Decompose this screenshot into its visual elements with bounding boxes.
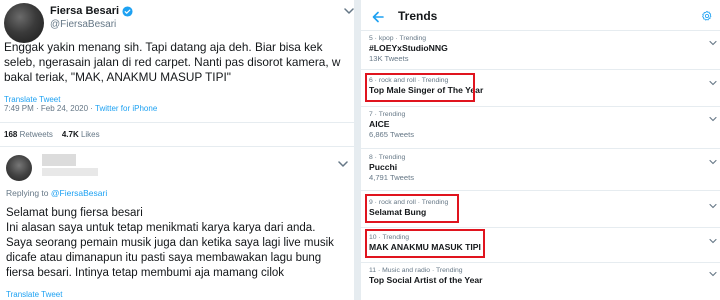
trends-panel: Trends 5 · kpop · Trending #LOEYxStudioN… bbox=[361, 0, 720, 300]
tweet-stats: 168 Retweets 4.7K Likes bbox=[4, 130, 100, 139]
redacted-handle bbox=[42, 168, 98, 176]
trend-meta: 5 · kpop · Trending bbox=[369, 35, 427, 42]
trend-item[interactable]: 11 · Music and radio · Trending Top Soci… bbox=[369, 266, 483, 286]
author-handle[interactable]: @FiersaBesari bbox=[50, 19, 116, 30]
trend-meta: 7 · Trending bbox=[369, 111, 406, 118]
replying-to-handle[interactable]: @FiersaBesari bbox=[51, 188, 107, 198]
avatar[interactable] bbox=[4, 3, 44, 43]
trend-item[interactable]: 7 · Trending AICE 6,865 Tweets bbox=[369, 110, 414, 140]
trend-count: 13K Tweets bbox=[369, 54, 409, 63]
divider bbox=[361, 69, 720, 70]
trend-name: Top Social Artist of the Year bbox=[369, 275, 483, 285]
verified-badge-icon bbox=[122, 5, 133, 17]
divider bbox=[361, 148, 720, 149]
chevron-down-icon[interactable] bbox=[709, 159, 717, 165]
chevron-down-icon[interactable] bbox=[709, 116, 717, 122]
trend-meta: 8 · Trending bbox=[369, 154, 406, 161]
trend-count: 6,865 Tweets bbox=[369, 130, 415, 139]
chevron-down-icon[interactable] bbox=[709, 203, 717, 209]
page-title: Trends bbox=[398, 9, 438, 23]
likes-stat[interactable]: 4.7K Likes bbox=[62, 130, 100, 139]
chevron-down-icon[interactable] bbox=[709, 238, 717, 244]
reply-line: Saya seorang pemain musik juga dan ketik… bbox=[6, 237, 334, 249]
gear-icon[interactable] bbox=[701, 10, 713, 22]
chevron-down-icon[interactable] bbox=[344, 7, 354, 15]
tweet-line: bakal teriak, "MAK, ANAKMU MASUP TIPI" bbox=[4, 70, 231, 84]
translate-tweet-link[interactable]: Translate Tweet bbox=[4, 95, 60, 104]
author-row: Fiersa Besari bbox=[50, 5, 133, 17]
tweet-timestamp[interactable]: 7:49 PM · Feb 24, 2020 · bbox=[4, 104, 95, 113]
divider bbox=[361, 190, 720, 191]
divider bbox=[361, 30, 720, 31]
pane-divider bbox=[354, 0, 361, 300]
reply-line: Ini alasan saya untuk tetap menikmati ka… bbox=[6, 222, 316, 234]
highlight-box bbox=[365, 194, 459, 223]
divider bbox=[0, 146, 354, 147]
divider bbox=[361, 227, 720, 228]
retweets-stat[interactable]: 168 Retweets bbox=[4, 130, 53, 139]
reply-line: fiersa besari. Intinya tetap membumi aja… bbox=[6, 267, 285, 279]
chevron-down-icon[interactable] bbox=[709, 271, 717, 277]
trend-count: 4,791 Tweets bbox=[369, 173, 415, 182]
trend-item[interactable]: 5 · kpop · Trending #LOEYxStudioNNG 13K … bbox=[369, 34, 448, 64]
tweet-text: Enggak yakin menang sih. Tapi datang aja… bbox=[4, 40, 354, 85]
tweet-client-link[interactable]: Twitter for iPhone bbox=[95, 104, 157, 113]
back-arrow-icon[interactable] bbox=[372, 11, 384, 23]
chevron-down-icon[interactable] bbox=[338, 160, 348, 168]
translate-tweet-link[interactable]: Translate Tweet bbox=[6, 290, 62, 299]
chevron-down-icon[interactable] bbox=[709, 40, 717, 46]
trend-meta: 11 · Music and radio · Trending bbox=[369, 267, 463, 274]
divider bbox=[361, 262, 720, 263]
redacted-name bbox=[42, 154, 76, 166]
reply-text: Selamat bung fiersa besari Ini alasan sa… bbox=[6, 206, 352, 281]
highlight-box bbox=[365, 73, 475, 102]
reply-line: Selamat bung fiersa besari bbox=[6, 207, 143, 219]
trend-item[interactable]: 8 · Trending Pucchi 4,791 Tweets bbox=[369, 153, 414, 183]
replying-to: Replying to @FiersaBesari bbox=[6, 188, 108, 198]
divider bbox=[0, 122, 354, 123]
trend-name: #LOEYxStudioNNG bbox=[369, 43, 448, 53]
tweet-line: seleb, ngerasain jalan di red carpet. Na… bbox=[4, 55, 341, 69]
chevron-down-icon[interactable] bbox=[709, 80, 717, 86]
tweet-line: Enggak yakin menang sih. Tapi datang aja… bbox=[4, 40, 323, 54]
display-name[interactable]: Fiersa Besari bbox=[50, 5, 119, 17]
tweet-panel: Fiersa Besari @FiersaBesari Enggak yakin… bbox=[0, 0, 354, 300]
tweet-meta: 7:49 PM · Feb 24, 2020 · Twitter for iPh… bbox=[4, 104, 157, 113]
trend-name: Pucchi bbox=[369, 162, 398, 172]
trend-name: AICE bbox=[369, 119, 390, 129]
highlight-box bbox=[365, 229, 485, 258]
reply-avatar[interactable] bbox=[6, 155, 32, 181]
divider bbox=[361, 106, 720, 107]
reply-line: dicafe atau dimanapun itu pasti saya mem… bbox=[6, 252, 322, 264]
